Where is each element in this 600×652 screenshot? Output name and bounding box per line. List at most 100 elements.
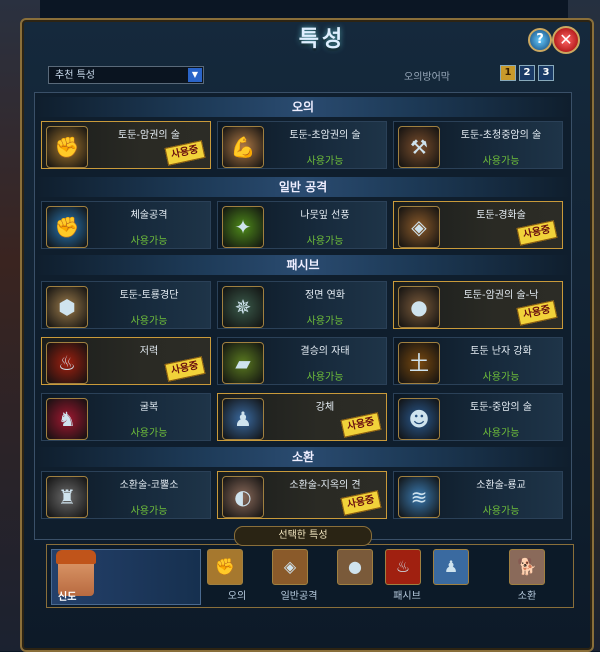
book-icon: ▰: [222, 342, 264, 384]
in-use-stamp: 사용중: [164, 356, 206, 382]
talent-card[interactable]: ♜ 소환술-코뿔소 사용가능: [41, 471, 211, 519]
talent-list-panel: 오의 일반 공격 패시브 소환 ✊ 토둔-암권의 술 사용중 💪 토둔-초암권의 술 사용…: [34, 92, 572, 540]
dragon-icon: ≋: [398, 476, 440, 518]
talent-status: 사용가능: [130, 316, 168, 327]
talent-card[interactable]: 💪 토둔-초암권의 술사용가능: [217, 121, 387, 169]
selected-label-passive: 패시브: [393, 591, 421, 602]
rock-fist-icon: ●: [398, 286, 440, 328]
talent-card[interactable]: ✦ 나뭇잎 선풍사용가능: [217, 201, 387, 249]
talent-card[interactable]: ♨ 저력사용중: [41, 337, 211, 385]
section-header-general: 일반 공격: [35, 177, 571, 197]
page-selector: 1 2 3: [500, 65, 554, 81]
talent-card[interactable]: 土 토둔 난자 강화 사용가능: [393, 337, 563, 385]
talent-name: 토둔-초청중암의 술: [460, 130, 542, 141]
talent-card[interactable]: ⚒ 토둔-초청중암의 술사용가능: [393, 121, 563, 169]
section-header-summon: 소환: [35, 447, 571, 467]
boulder-icon: ⬢: [46, 286, 88, 328]
kick-icon: ✦: [222, 206, 264, 248]
talent-name: 토둔-초암권의 술: [289, 130, 361, 141]
body-icon: ♟: [222, 398, 264, 440]
section-header-passive: 패시브: [35, 255, 571, 275]
title-bar: 특성: [162, 20, 482, 60]
selected-passive-red-aura-icon[interactable]: ♨: [385, 549, 421, 585]
talent-card[interactable]: ▰ 결승의 자태사용가능: [217, 337, 387, 385]
dog-icon: ◐: [222, 476, 264, 518]
talent-name: 소환술-룡교: [476, 480, 526, 491]
talent-name: 굴복: [139, 402, 159, 413]
talent-name: 소환술-코뿔소: [119, 480, 179, 491]
talent-status: 사용가능: [482, 506, 520, 517]
page-button-2[interactable]: 2: [519, 65, 535, 81]
talent-status: 사용가능: [130, 428, 168, 439]
talent-name: 토둔-토룡경단: [119, 290, 179, 301]
talent-status: 사용가능: [306, 236, 344, 247]
talent-name: 토둔-중암의 술: [470, 402, 532, 413]
talent-status: 사용가능: [306, 372, 344, 383]
talent-card[interactable]: ✊ 토둔-암권의 술 사용중: [41, 121, 211, 169]
talent-card[interactable]: ♟ 강체사용중: [217, 393, 387, 441]
stone-shield-icon: ◈: [398, 206, 440, 248]
duo-icon: ☻: [398, 398, 440, 440]
selected-talents-panel: 신도 ✊ ◈ ● ♨ ♟ 🐕 오의 일반공격 패시브 소환: [46, 544, 574, 608]
selected-label-general: 일반공격: [280, 591, 318, 602]
talent-card[interactable]: ✊ 체술공격 사용가능: [41, 201, 211, 249]
talent-card[interactable]: ◈ 토둔-경화술 사용중: [393, 201, 563, 249]
selected-general-stone-shield-icon[interactable]: ◈: [272, 549, 308, 585]
in-use-stamp: 사용중: [516, 220, 558, 246]
talent-status: 사용가능: [482, 428, 520, 439]
mode-label: 오의방어막: [404, 72, 450, 83]
talent-name: 강체: [315, 402, 335, 413]
preset-dropdown-value: 추천 특성: [55, 70, 95, 81]
in-use-stamp: 사용중: [164, 140, 206, 166]
punch-icon: ✊: [46, 206, 88, 248]
talent-name: 결승의 자태: [300, 346, 350, 357]
talent-status: 사용가능: [482, 156, 520, 167]
window-title: 특성: [298, 27, 346, 52]
in-use-stamp: 사용중: [340, 412, 382, 438]
chevron-down-icon[interactable]: ▼: [188, 68, 202, 82]
in-use-stamp: 사용중: [516, 300, 558, 326]
talent-name: 토둔 난자 강화: [470, 346, 532, 357]
character-name: 신도: [58, 592, 77, 603]
selected-summon-dog-icon[interactable]: 🐕: [509, 549, 545, 585]
talent-name: 나뭇잎 선풍: [300, 210, 350, 221]
selected-talents-header: 선택한 특성: [234, 526, 372, 546]
character-portrait[interactable]: 신도: [51, 549, 201, 605]
talent-name: 토둔-경화술: [476, 210, 526, 221]
talent-status: 사용가능: [130, 236, 168, 247]
talent-status: 사용가능: [306, 156, 344, 167]
talent-card[interactable]: ✵ 정면 연화사용가능: [217, 281, 387, 329]
talent-card[interactable]: ♞ 굴복 사용가능: [41, 393, 211, 441]
talent-name: 저력: [139, 346, 159, 357]
page-button-3[interactable]: 3: [538, 65, 554, 81]
hammer-icon: ⚒: [398, 126, 440, 168]
close-icon[interactable]: ✕: [552, 26, 580, 54]
talent-card[interactable]: ⬢ 토둔-토룡경단사용가능: [41, 281, 211, 329]
selected-passive-body-icon[interactable]: ♟: [433, 549, 469, 585]
section-header-oui: 오의: [35, 97, 571, 117]
fist-icon: ✊: [46, 126, 88, 168]
selected-talents-bar: 신도 ✊ ◈ ● ♨ ♟ 🐕 오의 일반공격 패시브 소환 선택한 특성: [34, 526, 574, 608]
drill-icon: ✵: [222, 286, 264, 328]
arm-icon: 💪: [222, 126, 264, 168]
help-icon[interactable]: ?: [528, 28, 552, 52]
in-use-stamp: 사용중: [340, 490, 382, 516]
rhino-icon: ♜: [46, 476, 88, 518]
talent-name: 소환술-지옥의 견: [289, 480, 361, 491]
page-button-1[interactable]: 1: [500, 65, 516, 81]
talent-name: 토둔-암권의 술-낙: [463, 290, 539, 301]
talent-name: 정면 연화: [305, 290, 345, 301]
talent-card[interactable]: ● 토둔-암권의 술-낙 사용중: [393, 281, 563, 329]
talent-status: 사용가능: [306, 316, 344, 327]
talent-name: 토둔-암권의 술: [118, 130, 180, 141]
selected-oui-fist-icon[interactable]: ✊: [207, 549, 243, 585]
talent-status: 사용가능: [482, 372, 520, 383]
talent-card[interactable]: ≋ 소환술-룡교사용가능: [393, 471, 563, 519]
talent-card[interactable]: ◐ 소환술-지옥의 견 사용중: [217, 471, 387, 519]
preset-dropdown[interactable]: 추천 특성 ▼: [48, 66, 204, 84]
talent-card[interactable]: ☻ 토둔-중암의 술사용가능: [393, 393, 563, 441]
selected-label-summon: 소환: [517, 591, 537, 602]
selected-passive-rock-fist-icon[interactable]: ●: [337, 549, 373, 585]
red-aura-icon: ♨: [46, 342, 88, 384]
selected-label-oui: 오의: [227, 591, 247, 602]
